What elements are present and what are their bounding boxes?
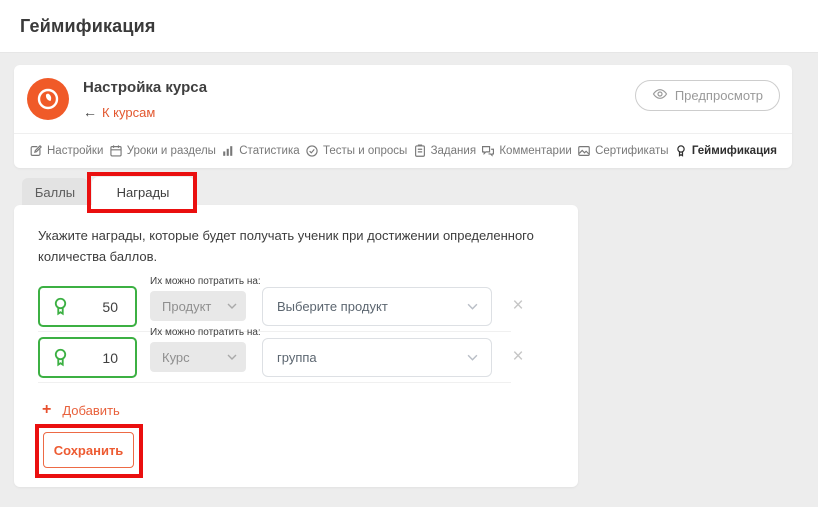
course-logo-icon [27,78,69,120]
medal-icon [50,296,71,317]
image-icon [577,144,591,158]
chevron-down-icon [227,354,237,360]
tab-certificates[interactable]: Сертификаты [577,144,668,158]
spend-type-select[interactable]: Продукт [150,291,246,321]
remove-reward-button[interactable]: × [508,297,528,317]
course-card: Настройка курса ←К курсам Предпросмотр Н… [14,65,792,168]
tab-gamification[interactable]: Геймификация [674,144,777,158]
gamification-page: Геймификация Настройка курса ←К курсам [0,0,818,507]
back-arrow-icon: ← [83,104,97,120]
reward-points-box: 10 [38,337,137,378]
tab-lessons[interactable]: Уроки и разделы [109,144,216,158]
plus-icon: + [42,401,51,419]
reward-points-value: 50 [102,299,118,315]
tab-statistics[interactable]: Статистика [221,144,299,158]
remove-reward-button[interactable]: × [508,348,528,368]
bar-chart-icon [221,144,235,158]
page-title: Геймификация [20,16,156,37]
row-divider [38,331,511,332]
course-tabs: Настройки Уроки и разделы Статистика Тес… [14,133,792,168]
chevron-down-icon [467,354,478,361]
rewards-description: Укажите награды, которые будет получать … [38,225,566,268]
reward-target-select[interactable]: группа [262,338,492,377]
calendar-icon [109,144,123,158]
eye-icon [652,86,668,105]
spend-label: Их можно потратить на: [150,327,261,338]
clipboard-icon [413,144,427,158]
back-to-courses-link[interactable]: ←К курсам [83,104,155,120]
reward-target-select[interactable]: Выберите продукт [262,287,492,326]
row-divider [38,382,511,383]
spend-type-select[interactable]: Курс [150,342,246,372]
reward-points-box: 50 [38,286,137,327]
tab-settings[interactable]: Настройки [29,144,103,158]
add-reward-button[interactable]: + Добавить [42,401,120,419]
medal-icon [674,144,688,158]
tab-comments[interactable]: Комментарии [481,144,571,158]
edit-icon [29,144,43,158]
reward-points-value: 10 [102,350,118,366]
tab-tests[interactable]: Тесты и опросы [305,144,407,158]
save-button[interactable]: Сохранить [43,432,134,468]
rewards-panel: Укажите награды, которые будет получать … [14,205,578,487]
chevron-down-icon [467,303,478,310]
subtab-rewards[interactable]: Награды [92,177,194,207]
page-header: Геймификация [0,0,818,53]
subtab-points[interactable]: Баллы [22,178,88,206]
chevron-down-icon [227,303,237,309]
tab-assignments[interactable]: Задания [413,144,476,158]
course-head: Настройка курса ←К курсам Предпросмотр [14,65,792,133]
medal-icon [50,347,71,368]
comments-icon [481,144,495,158]
spend-label: Их можно потратить на: [150,276,261,287]
check-circle-icon [305,144,319,158]
preview-button[interactable]: Предпросмотр [635,80,780,111]
course-title: Настройка курса [83,79,207,96]
